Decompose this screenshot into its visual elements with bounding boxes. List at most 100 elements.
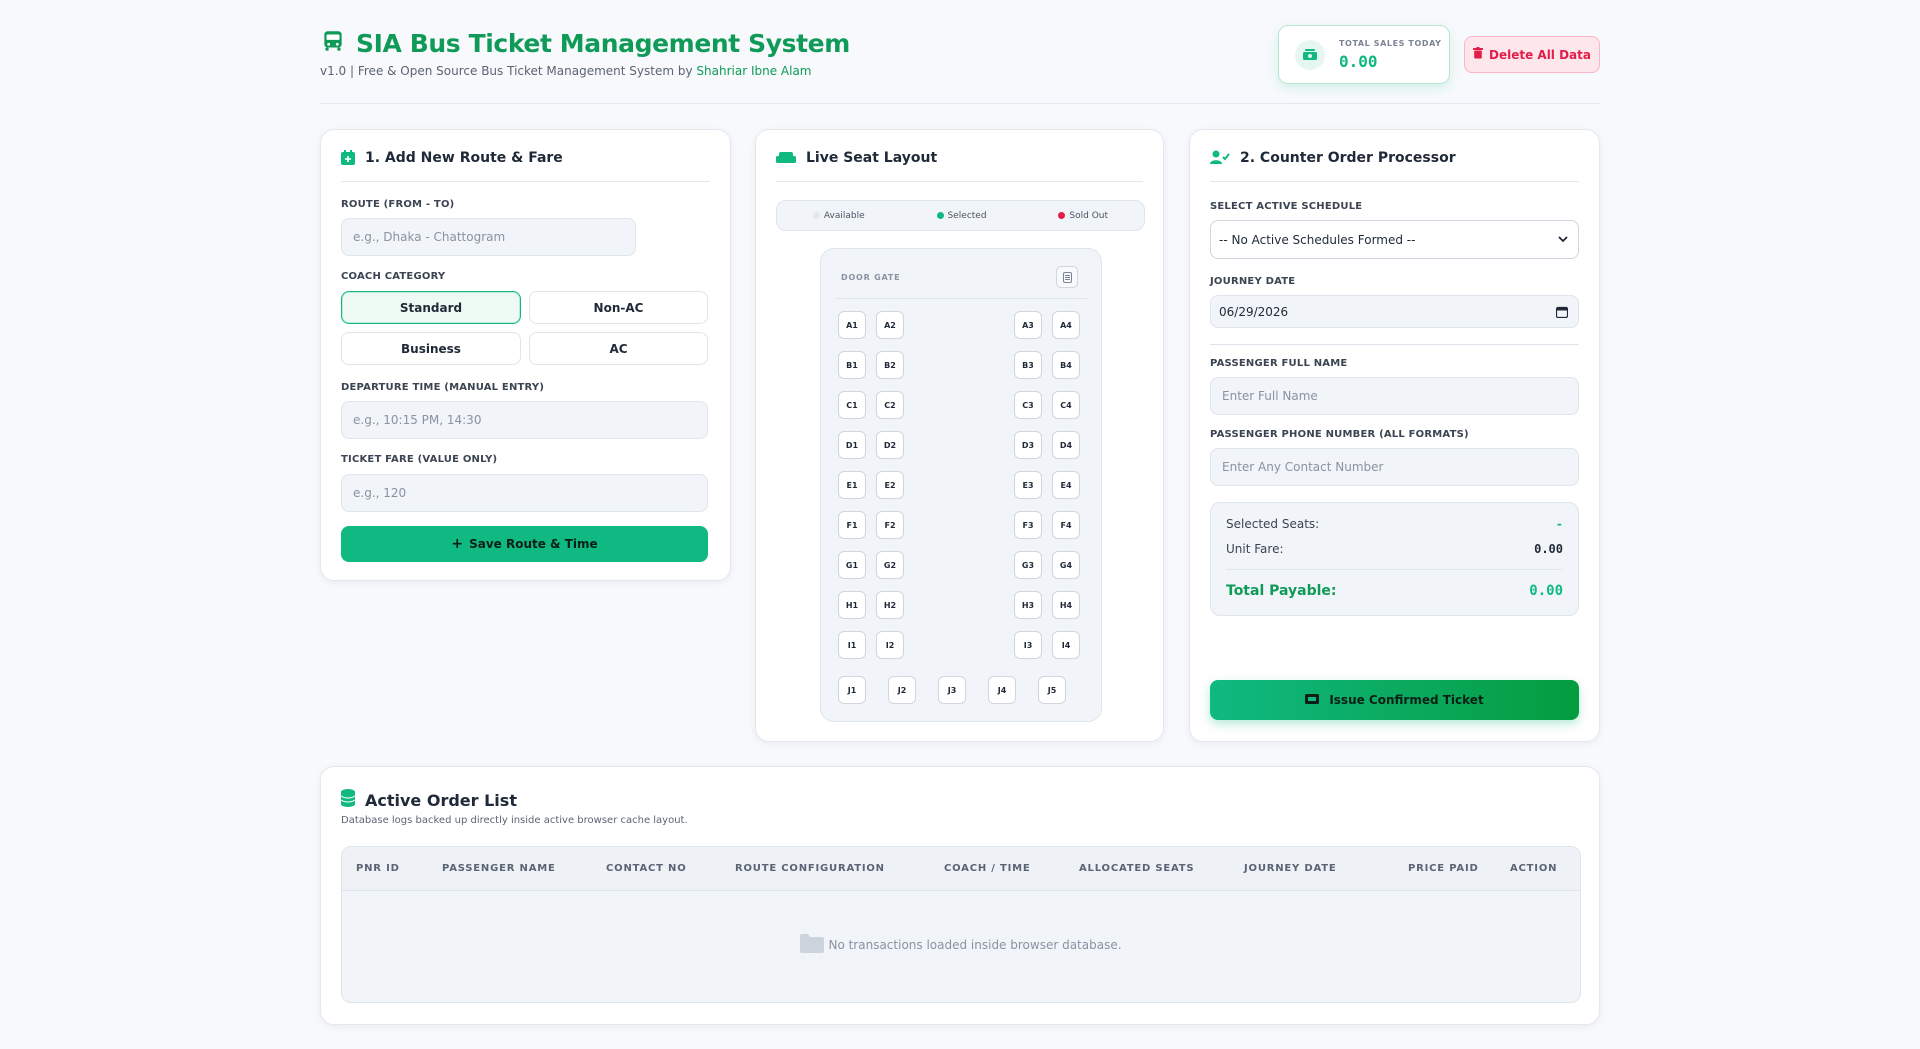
seat-button[interactable]: F1 bbox=[838, 511, 866, 539]
seat-button[interactable]: G4 bbox=[1052, 551, 1080, 579]
seat-button[interactable]: E3 bbox=[1014, 471, 1042, 499]
legend-available: Available bbox=[812, 211, 865, 221]
author-link[interactable]: Shahriar Ibne Alam bbox=[696, 64, 811, 78]
seat-button[interactable]: I1 bbox=[838, 631, 866, 659]
seat-button[interactable]: H4 bbox=[1052, 591, 1080, 619]
seat-button[interactable]: G3 bbox=[1014, 551, 1042, 579]
user-check-icon bbox=[1210, 150, 1230, 169]
orders-subtitle: Database logs backed up directly inside … bbox=[341, 815, 688, 826]
seat-button[interactable]: B3 bbox=[1014, 351, 1042, 379]
seat-button[interactable]: B2 bbox=[876, 351, 904, 379]
order-processor-card: 2. Counter Order Processor SELECT ACTIVE… bbox=[1189, 129, 1600, 742]
cash-icon bbox=[1295, 39, 1325, 70]
seat-button[interactable]: E4 bbox=[1052, 471, 1080, 499]
seat-button[interactable]: G2 bbox=[876, 551, 904, 579]
fare-input[interactable]: e.g., 120 bbox=[341, 474, 708, 512]
app-subtitle: v1.0 | Free & Open Source Bus Ticket Man… bbox=[320, 64, 812, 78]
seat-button[interactable]: I4 bbox=[1052, 631, 1080, 659]
plus-icon: + bbox=[451, 536, 464, 552]
seat-button[interactable]: D4 bbox=[1052, 431, 1080, 459]
schedule-select[interactable]: -- No Active Schedules Formed -- bbox=[1210, 220, 1579, 259]
seat-layout-title: Live Seat Layout bbox=[806, 150, 938, 166]
seat-button[interactable]: A3 bbox=[1014, 311, 1042, 339]
total-payable-value: 0.00 bbox=[1529, 583, 1563, 599]
seat-button[interactable]: A2 bbox=[876, 311, 904, 339]
seat-button[interactable]: C2 bbox=[876, 391, 904, 419]
calendar-plus-icon bbox=[341, 150, 355, 169]
seat-button[interactable]: H1 bbox=[838, 591, 866, 619]
seat-button[interactable]: J4 bbox=[988, 676, 1016, 704]
seat-button[interactable]: J3 bbox=[938, 676, 966, 704]
route-form-card: 1. Add New Route & Fare ROUTE (FROM - TO… bbox=[320, 129, 731, 581]
col-price-paid: PRICE PAID bbox=[1408, 863, 1479, 874]
seat-button[interactable]: D3 bbox=[1014, 431, 1042, 459]
orders-table: PNR ID PASSENGER NAME CONTACT NO ROUTE C… bbox=[341, 846, 1581, 1003]
category-standard[interactable]: Standard bbox=[341, 291, 521, 324]
sales-value: 0.00 bbox=[1339, 51, 1378, 71]
seat-button[interactable]: J5 bbox=[1038, 676, 1066, 704]
departure-input[interactable]: e.g., 10:15 PM, 14:30 bbox=[341, 401, 708, 439]
save-route-button[interactable]: + Save Route & Time bbox=[341, 526, 708, 562]
col-passenger-name: PASSENGER NAME bbox=[442, 863, 556, 874]
unit-fare-value: 0.00 bbox=[1534, 542, 1563, 556]
unit-fare-label: Unit Fare: bbox=[1226, 542, 1284, 556]
ticket-icon bbox=[1305, 693, 1320, 707]
seat-button[interactable]: H2 bbox=[876, 591, 904, 619]
col-action: ACTION bbox=[1510, 863, 1558, 874]
payment-summary: Selected Seats: - Unit Fare: 0.00 Total … bbox=[1210, 502, 1579, 616]
col-route-configuration: ROUTE CONFIGURATION bbox=[735, 863, 885, 874]
category-non-ac[interactable]: Non-AC bbox=[529, 291, 708, 324]
departure-label: DEPARTURE TIME (MANUAL ENTRY) bbox=[341, 382, 545, 393]
seat-button[interactable]: H3 bbox=[1014, 591, 1042, 619]
seat-button[interactable]: I3 bbox=[1014, 631, 1042, 659]
category-business[interactable]: Business bbox=[341, 332, 521, 365]
save-route-label: Save Route & Time bbox=[469, 537, 598, 551]
unit-fare-row: Unit Fare: 0.00 bbox=[1226, 542, 1563, 556]
selected-seats-label: Selected Seats: bbox=[1226, 517, 1320, 531]
selected-seats-value: - bbox=[1555, 517, 1563, 531]
bus-icon bbox=[320, 28, 346, 58]
passenger-phone-input[interactable]: Enter Any Contact Number bbox=[1210, 448, 1579, 486]
seat-button[interactable]: G1 bbox=[838, 551, 866, 579]
phone-label: PASSENGER PHONE NUMBER (ALL FORMATS) bbox=[1210, 429, 1469, 440]
seat-button[interactable]: J1 bbox=[838, 676, 866, 704]
app-root: SIA Bus Ticket Management System v1.0 | … bbox=[320, 0, 1600, 1025]
seat-button[interactable]: B4 bbox=[1052, 351, 1080, 379]
total-sales-card: TOTAL SALES TODAY 0.00 bbox=[1278, 25, 1450, 84]
door-gate-label: DOOR GATE bbox=[841, 273, 901, 282]
seat-legend: Available Selected Sold Out bbox=[776, 200, 1145, 231]
schedule-label: SELECT ACTIVE SCHEDULE bbox=[1210, 201, 1363, 212]
route-form-header: 1. Add New Route & Fare bbox=[341, 150, 710, 182]
seat-button[interactable]: A4 bbox=[1052, 311, 1080, 339]
active-orders-card: Active Order List Database logs backed u… bbox=[320, 766, 1600, 1025]
passenger-name-input[interactable]: Enter Full Name bbox=[1210, 377, 1579, 415]
page-title: SIA Bus Ticket Management System bbox=[356, 28, 850, 58]
seat-button[interactable]: F4 bbox=[1052, 511, 1080, 539]
journey-date-input[interactable]: 06/29/2026 bbox=[1210, 295, 1579, 328]
seat-button[interactable]: A1 bbox=[838, 311, 866, 339]
category-ac[interactable]: AC bbox=[529, 332, 708, 365]
seat-button[interactable]: D2 bbox=[876, 431, 904, 459]
delete-all-button[interactable]: Delete All Data bbox=[1464, 36, 1600, 73]
seat-button[interactable]: C1 bbox=[838, 391, 866, 419]
selected-seats-row: Selected Seats: - bbox=[1226, 517, 1563, 531]
seat-button[interactable]: D1 bbox=[838, 431, 866, 459]
seat-button[interactable]: E2 bbox=[876, 471, 904, 499]
seat-button[interactable]: C3 bbox=[1014, 391, 1042, 419]
legend-selected: Selected bbox=[936, 211, 987, 221]
calendar-icon[interactable] bbox=[1555, 306, 1569, 321]
category-label: COACH CATEGORY bbox=[341, 271, 446, 282]
seat-button[interactable]: E1 bbox=[838, 471, 866, 499]
issue-ticket-button[interactable]: Issue Confirmed Ticket bbox=[1210, 680, 1579, 720]
seat-button[interactable]: B1 bbox=[838, 351, 866, 379]
seat-button[interactable]: I2 bbox=[876, 631, 904, 659]
seat-button[interactable]: F2 bbox=[876, 511, 904, 539]
sofa-icon bbox=[776, 150, 796, 169]
route-form-title: 1. Add New Route & Fare bbox=[365, 150, 563, 166]
route-input[interactable]: e.g., Dhaka - Chattogram bbox=[341, 218, 636, 256]
seat-button[interactable]: C4 bbox=[1052, 391, 1080, 419]
seat-button[interactable]: J2 bbox=[888, 676, 916, 704]
seat-layout-header: Live Seat Layout bbox=[776, 150, 1143, 182]
page-header: SIA Bus Ticket Management System v1.0 | … bbox=[320, 0, 1600, 104]
seat-button[interactable]: F3 bbox=[1014, 511, 1042, 539]
